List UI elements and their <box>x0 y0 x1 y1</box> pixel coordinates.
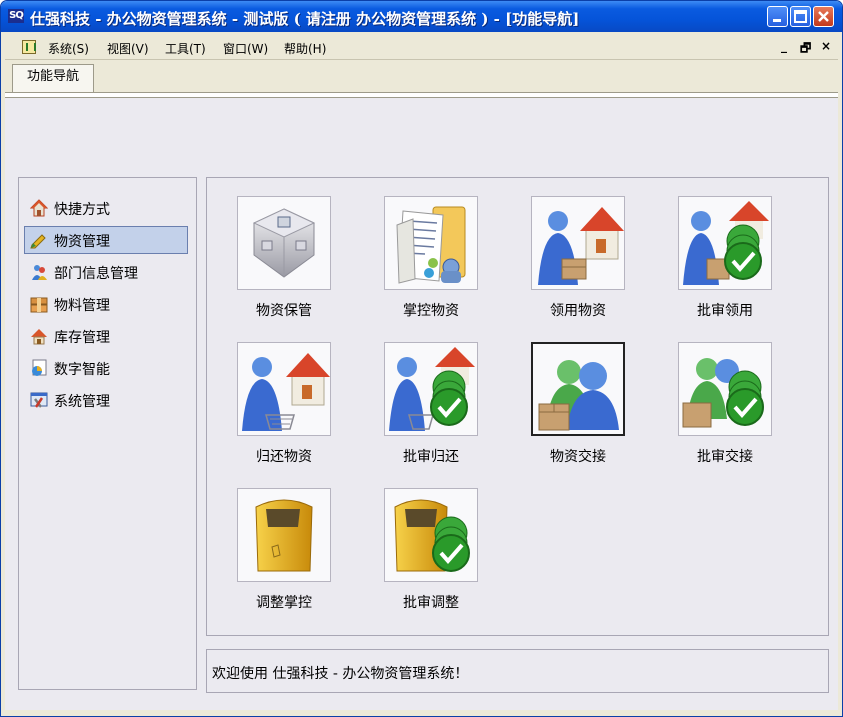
tile-storage[interactable]: 物资保管 <box>211 182 351 322</box>
people-box-check-icon <box>682 358 764 428</box>
documents-icon <box>396 206 466 284</box>
person-house-check-icon <box>683 201 769 285</box>
handover-materials-button[interactable] <box>531 342 625 436</box>
yellow-bin-icon <box>255 499 313 572</box>
minimize-button[interactable] <box>767 6 788 27</box>
window-title: 仕强科技 - 办公物资管理系统 - 测试版 ( 请注册 办公物资管理系统 ) -… <box>30 10 580 28</box>
box-icon <box>30 297 48 313</box>
person-house-icon <box>538 207 624 285</box>
adjust-control-button[interactable] <box>237 488 331 582</box>
sidebar-item-shortcuts[interactable]: 快捷方式 <box>24 194 188 222</box>
chart-icon <box>32 359 47 376</box>
mdi-close-button[interactable]: × <box>821 39 831 53</box>
approve-receive-button[interactable] <box>678 196 772 290</box>
house-icon <box>30 199 48 217</box>
maximize-button[interactable] <box>790 6 811 27</box>
storage-icon <box>252 208 316 278</box>
tile-handover-materials[interactable]: 物资交接 <box>505 328 645 468</box>
tile-adjust-control[interactable]: 调整掌控 <box>211 474 351 614</box>
sidebar-item-label: 快捷方式 <box>54 202 110 218</box>
tile-label: 物资保管 <box>256 303 312 319</box>
approve-handover-button[interactable] <box>678 342 772 436</box>
tab-strip: 功能导航 <box>5 59 838 96</box>
sidebar-item-supplies[interactable]: 物料管理 <box>24 290 188 318</box>
people-icon <box>32 265 47 280</box>
app-logo-icon: SQ <box>8 9 24 23</box>
menu-view[interactable]: 视图(V) <box>107 40 149 57</box>
people-box-icon <box>538 360 619 431</box>
pen-icon <box>30 234 46 249</box>
menu-help[interactable]: 帮助(H) <box>284 40 326 57</box>
welcome-message: 欢迎使用 仕强科技 - 办公物资管理系统！ <box>212 666 469 682</box>
tile-label: 批审领用 <box>697 303 753 319</box>
status-bar: 欢迎使用 仕强科技 - 办公物资管理系统！ <box>206 649 829 693</box>
menu-system[interactable]: 系统(S) <box>48 40 89 57</box>
title-bar[interactable]: SQ 仕强科技 - 办公物资管理系统 - 测试版 ( 请注册 办公物资管理系统 … <box>1 1 842 32</box>
sidebar: 快捷方式 物资管理 部门信息管理 物料管理 库存管理 数字智能 系统管理 <box>18 177 197 690</box>
tile-label: 批审调整 <box>403 595 459 611</box>
sidebar-item-departments[interactable]: 部门信息管理 <box>24 258 188 286</box>
close-button[interactable] <box>813 6 834 27</box>
application-window: SQ 仕强科技 - 办公物资管理系统 - 测试版 ( 请注册 办公物资管理系统 … <box>0 0 843 717</box>
sidebar-item-label: 物料管理 <box>54 298 110 314</box>
menu-tools[interactable]: 工具(T) <box>165 40 206 57</box>
approve-adjust-button[interactable] <box>384 488 478 582</box>
minimize-icon <box>768 7 787 26</box>
tile-control-materials[interactable]: 掌控物资 <box>358 182 498 322</box>
control-materials-button[interactable] <box>384 196 478 290</box>
sidebar-item-label: 系统管理 <box>54 394 110 410</box>
person-house-cart-icon <box>242 353 330 431</box>
return-materials-button[interactable] <box>237 342 331 436</box>
function-grid: 物资保管 掌控物资 领用物资 批审领用 归还物资 批审归还 物资交接 批审交接 … <box>206 177 829 636</box>
roof-icon <box>31 329 47 345</box>
receive-materials-button[interactable] <box>531 196 625 290</box>
tile-label: 归还物资 <box>256 449 312 465</box>
mdi-minimize-button[interactable]: _ <box>781 39 787 53</box>
yellow-bin-check-icon <box>394 499 470 572</box>
tile-approve-adjust[interactable]: 批审调整 <box>358 474 498 614</box>
sidebar-item-system-management[interactable]: 系统管理 <box>24 386 188 414</box>
tile-label: 物资交接 <box>550 449 606 465</box>
tile-label: 掌控物资 <box>403 303 459 319</box>
mdi-restore-button[interactable]: 🗗 <box>800 39 811 60</box>
tools-icon <box>30 392 48 408</box>
menu-window[interactable]: 窗口(W) <box>223 40 268 57</box>
tile-return-materials[interactable]: 归还物资 <box>211 328 351 468</box>
maximize-icon <box>791 7 810 26</box>
tile-label: 领用物资 <box>550 303 606 319</box>
menu-bar: 系统(S) 视图(V) 工具(T) 窗口(W) 帮助(H) _ 🗗 × <box>5 37 838 59</box>
tile-approve-receive[interactable]: 批审领用 <box>652 182 792 322</box>
sidebar-item-label: 物资管理 <box>54 234 110 250</box>
storage-button[interactable] <box>237 196 331 290</box>
tile-receive-materials[interactable]: 领用物资 <box>505 182 645 322</box>
tab-function-navigation[interactable]: 功能导航 <box>12 64 94 93</box>
tile-label: 调整掌控 <box>256 595 312 611</box>
sidebar-item-materials[interactable]: 物资管理 <box>24 226 188 254</box>
tile-approve-return[interactable]: 批审归还 <box>358 328 498 468</box>
sidebar-item-inventory[interactable]: 库存管理 <box>24 322 188 350</box>
tile-approve-handover[interactable]: 批审交接 <box>652 328 792 468</box>
sidebar-item-label: 数字智能 <box>54 362 110 378</box>
tile-label: 批审归还 <box>403 449 459 465</box>
person-house-check-icon <box>389 347 475 431</box>
close-icon <box>814 7 833 26</box>
sidebar-item-label: 库存管理 <box>54 330 110 346</box>
content-area: 快捷方式 物资管理 部门信息管理 物料管理 库存管理 数字智能 系统管理 物资保… <box>5 98 838 710</box>
tile-label: 批审交接 <box>697 449 753 465</box>
approve-return-button[interactable] <box>384 342 478 436</box>
mdi-system-icon[interactable] <box>22 40 36 54</box>
sidebar-item-label: 部门信息管理 <box>54 266 138 282</box>
sidebar-item-digital-intelligence[interactable]: 数字智能 <box>24 354 188 382</box>
